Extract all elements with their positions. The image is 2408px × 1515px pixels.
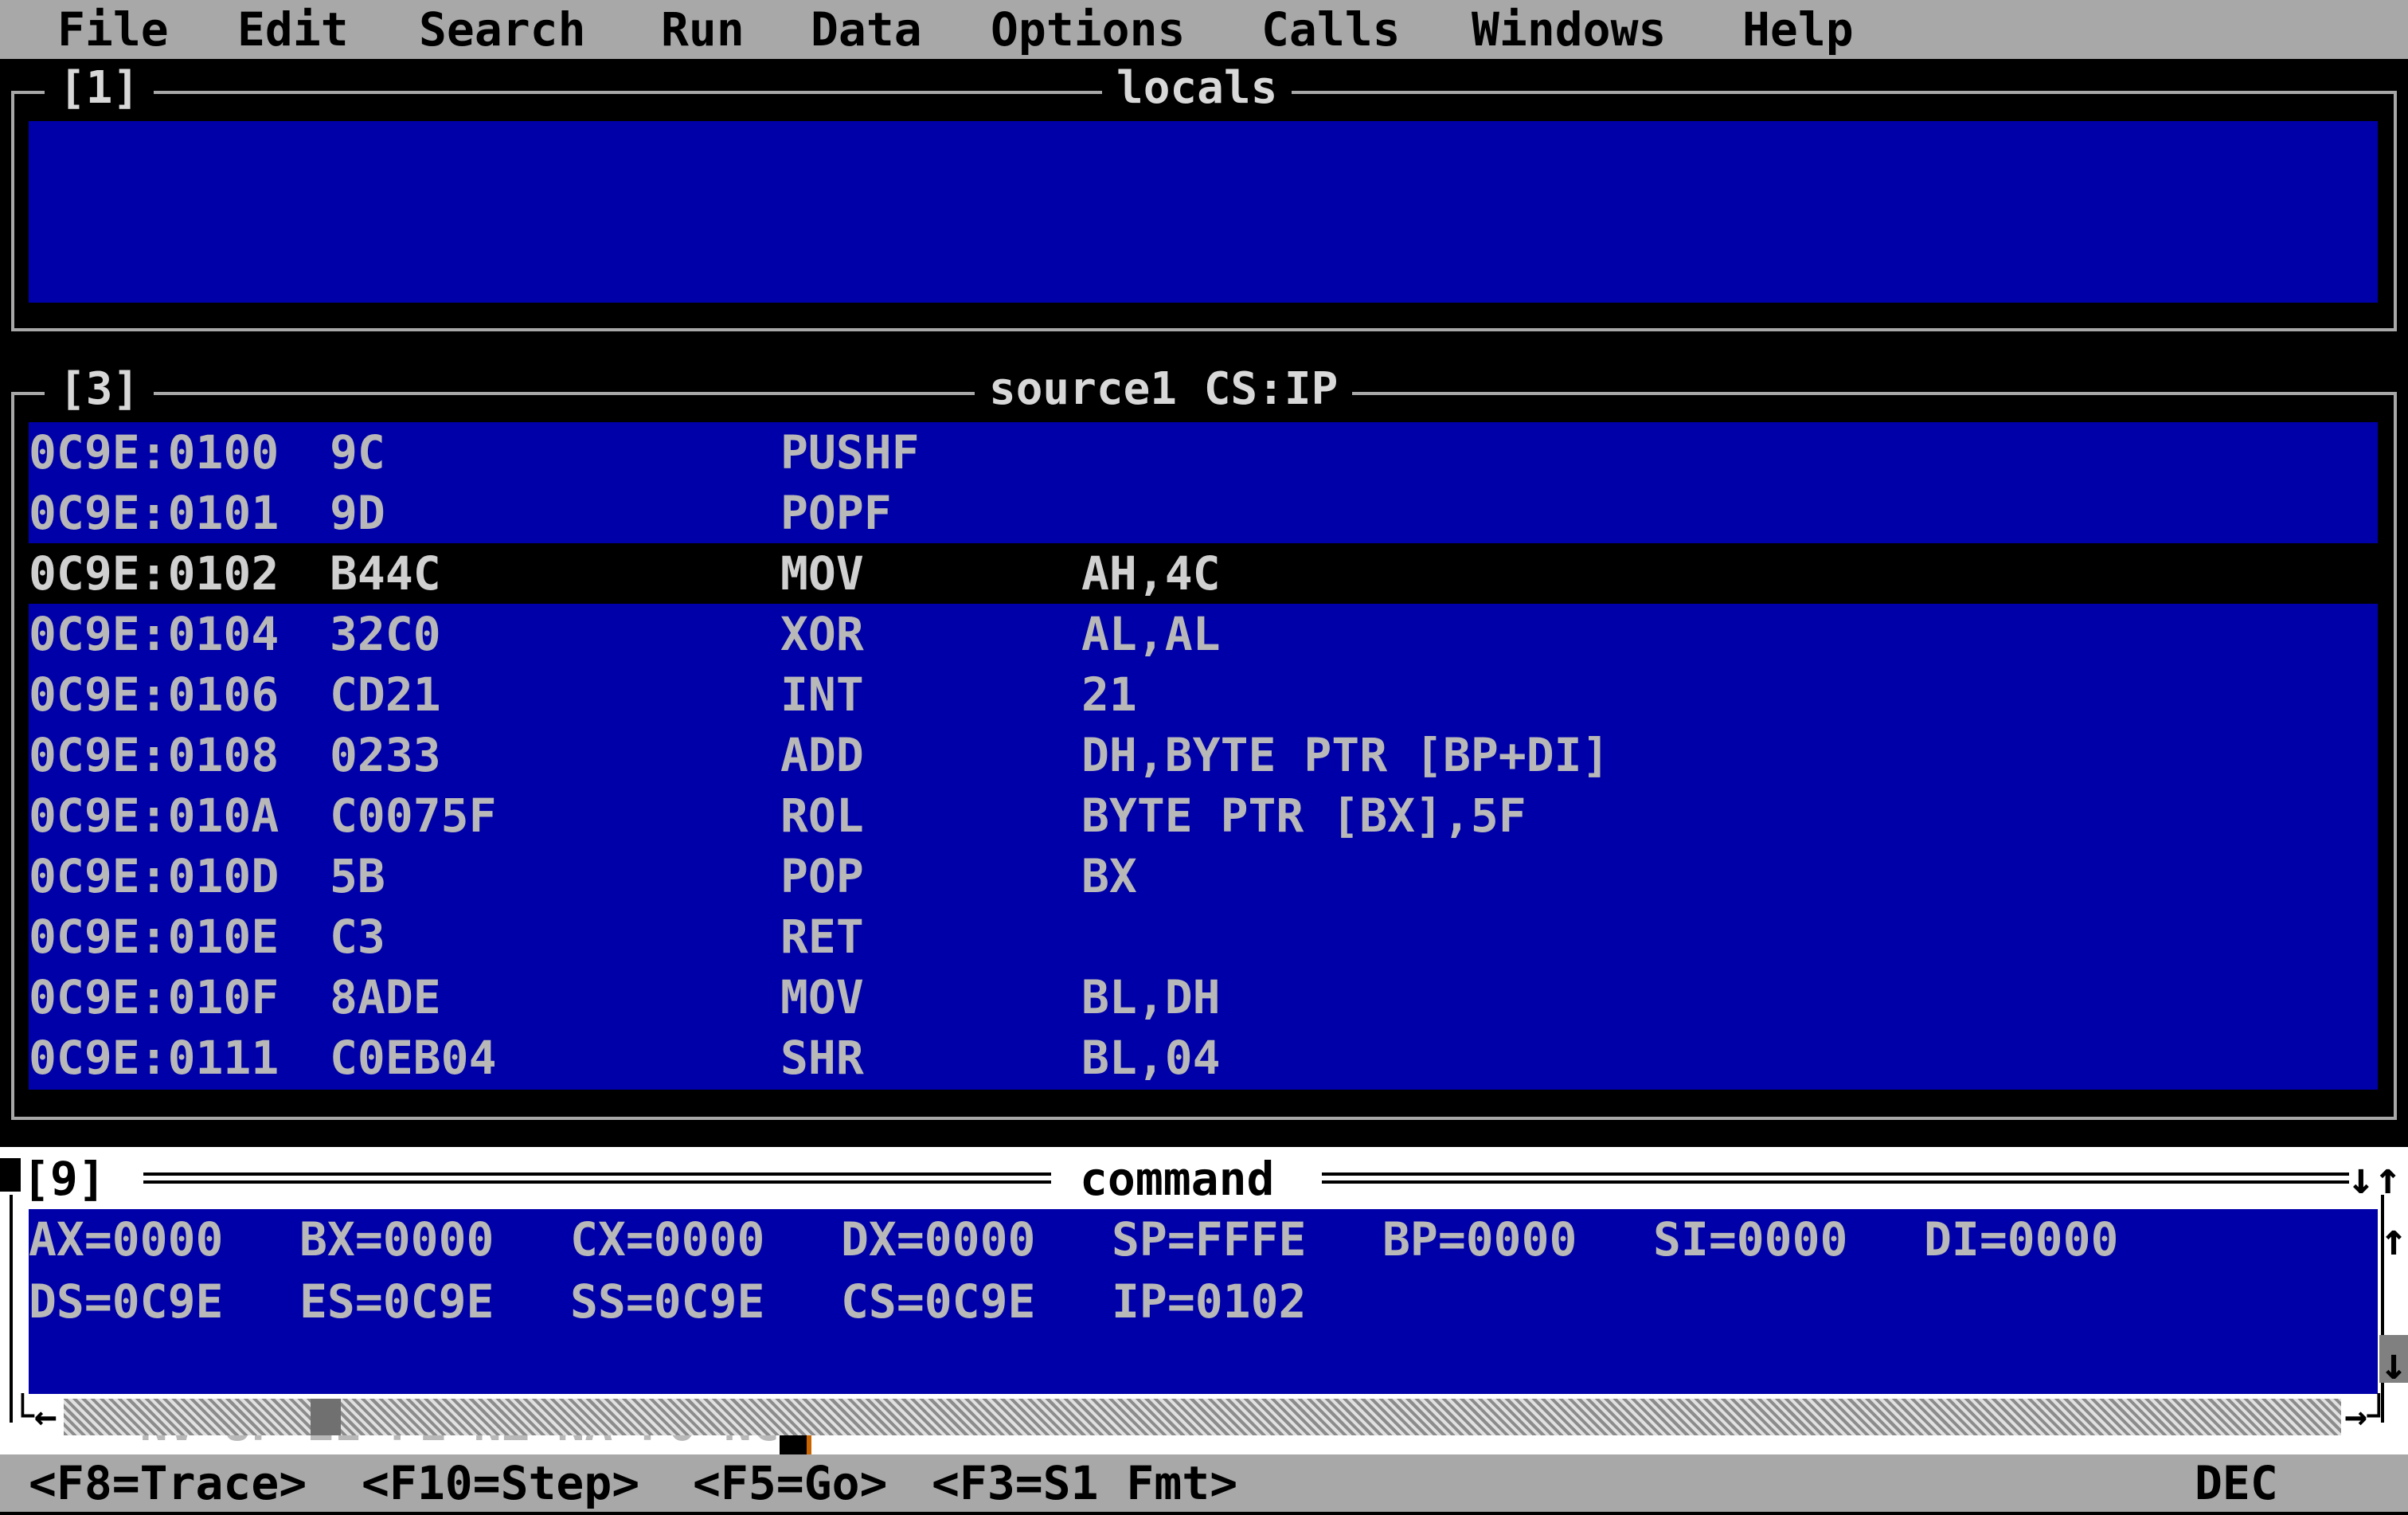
menu-search[interactable]: Search bbox=[419, 0, 586, 59]
instruction-operands: BX bbox=[1081, 849, 1137, 903]
instruction-mnemonic: RET bbox=[780, 910, 864, 964]
current-instruction-row[interactable]: 0C9E:0102 B44C MOV AH,4C bbox=[29, 543, 2378, 604]
instruction-opcode-bytes: CD21 bbox=[330, 667, 441, 722]
menu-file[interactable]: File bbox=[57, 0, 169, 59]
scroll-right-arrow-icon[interactable]: →┘ bbox=[2344, 1394, 2408, 1439]
command-window-title: command bbox=[1080, 1152, 1275, 1206]
instruction-address: 0C9E:010E bbox=[29, 910, 280, 964]
status-key-s1fmt[interactable]: <F3=S1 Fmt> bbox=[932, 1454, 1237, 1512]
menu-options[interactable]: Options bbox=[991, 0, 1185, 59]
instruction-mnemonic: POPF bbox=[780, 486, 892, 540]
instruction-mnemonic: POP bbox=[780, 849, 864, 903]
instruction-operands: AL,AL bbox=[1081, 607, 1221, 661]
flags-line[interactable]: NV UP EI PL NZ NA PO NC bbox=[29, 1333, 811, 1454]
status-key-trace[interactable]: <F8=Trace> bbox=[29, 1454, 307, 1512]
instruction-opcode-bytes: B44C bbox=[330, 546, 441, 601]
instruction-address: 0C9E:0111 bbox=[29, 1031, 280, 1085]
instruction-mnemonic: MOV bbox=[780, 970, 864, 1024]
command-window[interactable]: [9] command ↓↑ AX=0000 BX=0000 CX=0000 DX=0… bbox=[0, 1147, 2408, 1454]
instruction-mnemonic: ADD bbox=[780, 728, 864, 782]
instruction-address: 0C9E:010D bbox=[29, 849, 280, 903]
instruction-row[interactable]: 0C9E:0100 9C PUSHF bbox=[29, 422, 2378, 483]
scroll-up-arrow-icon[interactable]: ↑ bbox=[2379, 1209, 2408, 1271]
instruction-opcode-bytes: 0233 bbox=[330, 728, 441, 782]
register-value: ES=0C9E bbox=[299, 1274, 494, 1329]
instruction-row[interactable]: 0C9E:0101 9D POPF bbox=[29, 483, 2378, 543]
instruction-mnemonic: MOV bbox=[780, 546, 864, 601]
horizontal-scrollbar-track[interactable] bbox=[64, 1399, 2341, 1435]
locals-window-number[interactable]: [1] bbox=[45, 61, 154, 116]
instruction-operands: BL,DH bbox=[1081, 970, 1221, 1024]
instruction-row[interactable]: 0C9E:0108 0233 ADD DH,BYTE PTR [BP+DI] bbox=[29, 725, 2378, 785]
instruction-operands: AH,4C bbox=[1081, 546, 1221, 601]
instruction-mnemonic: SHR bbox=[780, 1031, 864, 1085]
instruction-row[interactable]: 0C9E:0104 32C0 XOR AL,AL bbox=[29, 604, 2378, 664]
register-value: SS=0C9E bbox=[570, 1274, 765, 1329]
instruction-opcode-bytes: 8ADE bbox=[330, 970, 441, 1024]
menu-data[interactable]: Data bbox=[811, 0, 922, 59]
instruction-opcode-bytes: C0075F bbox=[330, 789, 497, 843]
instruction-row[interactable]: 0C9E:010F 8ADE MOV BL,DH bbox=[29, 967, 2378, 1028]
register-value: DI=0000 bbox=[1924, 1212, 2119, 1266]
menu-bar: File Edit Search Run Data Options Calls … bbox=[0, 0, 2408, 59]
locals-window-title: locals bbox=[1102, 61, 1292, 116]
menu-help[interactable]: Help bbox=[1742, 0, 1854, 59]
instruction-address: 0C9E:0108 bbox=[29, 728, 280, 782]
instruction-opcode-bytes: 9C bbox=[330, 425, 385, 480]
instruction-address: 0C9E:010F bbox=[29, 970, 280, 1024]
register-value: DX=0000 bbox=[841, 1212, 1036, 1266]
register-value: BP=0000 bbox=[1382, 1212, 1577, 1266]
menu-run[interactable]: Run bbox=[661, 0, 745, 59]
horizontal-scrollbar-thumb[interactable] bbox=[311, 1399, 341, 1435]
register-value: SI=0000 bbox=[1653, 1212, 1848, 1266]
register-value: IP=0102 bbox=[1112, 1274, 1307, 1329]
status-key-step[interactable]: <F10=Step> bbox=[362, 1454, 639, 1512]
source-window-title: source1 CS:IP bbox=[975, 362, 1353, 417]
locals-content[interactable] bbox=[29, 121, 2378, 303]
instruction-operands: BYTE PTR [BX],5F bbox=[1081, 789, 1526, 843]
instruction-row[interactable]: 0C9E:010A C0075F ROL BYTE PTR [BX],5F bbox=[29, 785, 2378, 846]
maximize-restore-icon[interactable]: ↓↑ bbox=[2347, 1147, 2401, 1211]
instruction-row[interactable]: 0C9E:0111 C0EB04 SHR BL,04 bbox=[29, 1028, 2378, 1088]
instruction-address: 0C9E:010A bbox=[29, 789, 280, 843]
instruction-operands: DH,BYTE PTR [BP+DI] bbox=[1081, 728, 1610, 782]
instruction-mnemonic: ROL bbox=[780, 789, 864, 843]
instruction-mnemonic: PUSHF bbox=[780, 425, 920, 480]
instruction-operands: 21 bbox=[1081, 667, 1137, 722]
scroll-down-arrow-icon[interactable]: ↓ bbox=[2379, 1333, 2408, 1396]
instruction-opcode-bytes: 32C0 bbox=[330, 607, 441, 661]
instruction-address: 0C9E:0104 bbox=[29, 607, 280, 661]
register-value: AX=0000 bbox=[29, 1212, 224, 1266]
instruction-row[interactable]: 0C9E:010E C3 RET bbox=[29, 906, 2378, 967]
source-window-number[interactable]: [3] bbox=[45, 362, 154, 417]
instruction-address: 0C9E:0102 bbox=[29, 546, 280, 601]
menu-edit[interactable]: Edit bbox=[237, 0, 349, 59]
instruction-opcode-bytes: 9D bbox=[330, 486, 385, 540]
instruction-opcode-bytes: C0EB04 bbox=[330, 1031, 497, 1085]
command-window-number[interactable]: [9] bbox=[22, 1147, 106, 1211]
instruction-opcode-bytes: C3 bbox=[330, 910, 385, 964]
register-value: BX=0000 bbox=[299, 1212, 494, 1266]
instruction-row[interactable]: 0C9E:0106 CD21 INT 21 bbox=[29, 664, 2378, 725]
register-value: CX=0000 bbox=[570, 1212, 765, 1266]
scroll-left-arrow-icon[interactable]: └← bbox=[11, 1394, 59, 1439]
register-value: SP=FFFE bbox=[1112, 1212, 1307, 1266]
register-value: CS=0C9E bbox=[841, 1274, 1036, 1329]
instruction-mnemonic: XOR bbox=[780, 607, 864, 661]
instruction-opcode-bytes: 5B bbox=[330, 849, 385, 903]
register-value: DS=0C9E bbox=[29, 1274, 224, 1329]
status-bar: <F8=Trace> <F10=Step> <F5=Go> <F3=S1 Fmt… bbox=[0, 1454, 2408, 1512]
menu-calls[interactable]: Calls bbox=[1261, 0, 1401, 59]
menu-windows[interactable]: Windows bbox=[1472, 0, 1666, 59]
instruction-address: 0C9E:0101 bbox=[29, 486, 280, 540]
status-key-go[interactable]: <F5=Go> bbox=[693, 1454, 887, 1512]
instruction-row[interactable]: 0C9E:010D 5B POP BX bbox=[29, 846, 2378, 906]
instruction-address: 0C9E:0106 bbox=[29, 667, 280, 722]
instruction-operands: BL,04 bbox=[1081, 1031, 1221, 1085]
close-icon[interactable] bbox=[0, 1158, 21, 1192]
instruction-address: 0C9E:0100 bbox=[29, 425, 280, 480]
status-mode: DEC bbox=[2195, 1456, 2278, 1510]
instruction-mnemonic: INT bbox=[780, 667, 864, 722]
